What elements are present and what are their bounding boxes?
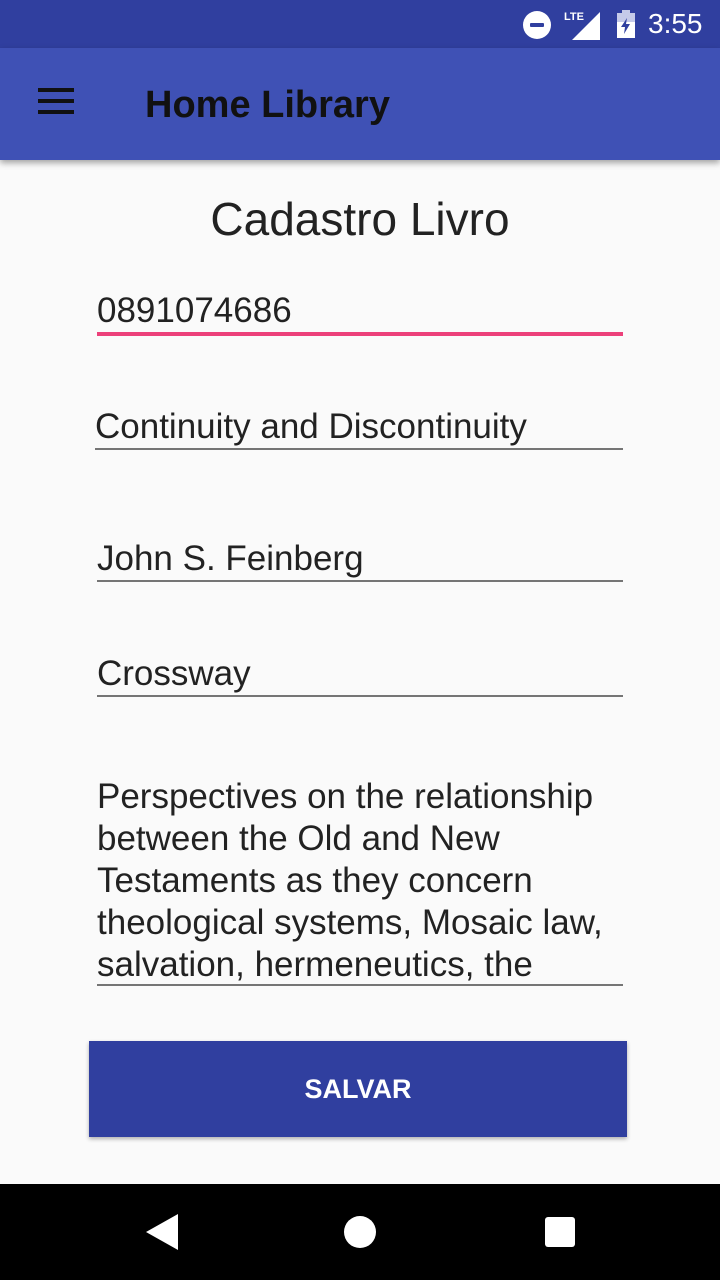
network-type-label: LTE bbox=[564, 11, 584, 23]
isbn-field[interactable]: 0891074686 bbox=[97, 290, 623, 336]
app-bar: Home Library bbox=[0, 48, 720, 160]
status-bar: LTE 3:55 bbox=[0, 0, 720, 48]
publisher-field[interactable]: Crossway bbox=[97, 653, 623, 697]
save-button[interactable]: SALVAR bbox=[89, 1041, 627, 1137]
status-time: 3:55 bbox=[648, 8, 703, 39]
form-title: Cadastro Livro bbox=[210, 193, 510, 245]
description-field[interactable]: Perspectives on the relationship between… bbox=[97, 776, 623, 986]
home-icon[interactable] bbox=[344, 1216, 376, 1248]
hamburger-menu-icon[interactable] bbox=[38, 88, 74, 118]
app-title: Home Library bbox=[145, 84, 390, 126]
book-title-field[interactable]: Continuity and Discontinuity bbox=[95, 406, 623, 450]
back-icon[interactable] bbox=[146, 1214, 178, 1250]
battery-icon bbox=[617, 10, 635, 38]
recent-apps-icon[interactable] bbox=[545, 1217, 575, 1247]
signal-icon: LTE bbox=[564, 11, 600, 40]
author-field[interactable]: John S. Feinberg bbox=[97, 538, 623, 582]
do-not-disturb-icon bbox=[523, 11, 551, 39]
